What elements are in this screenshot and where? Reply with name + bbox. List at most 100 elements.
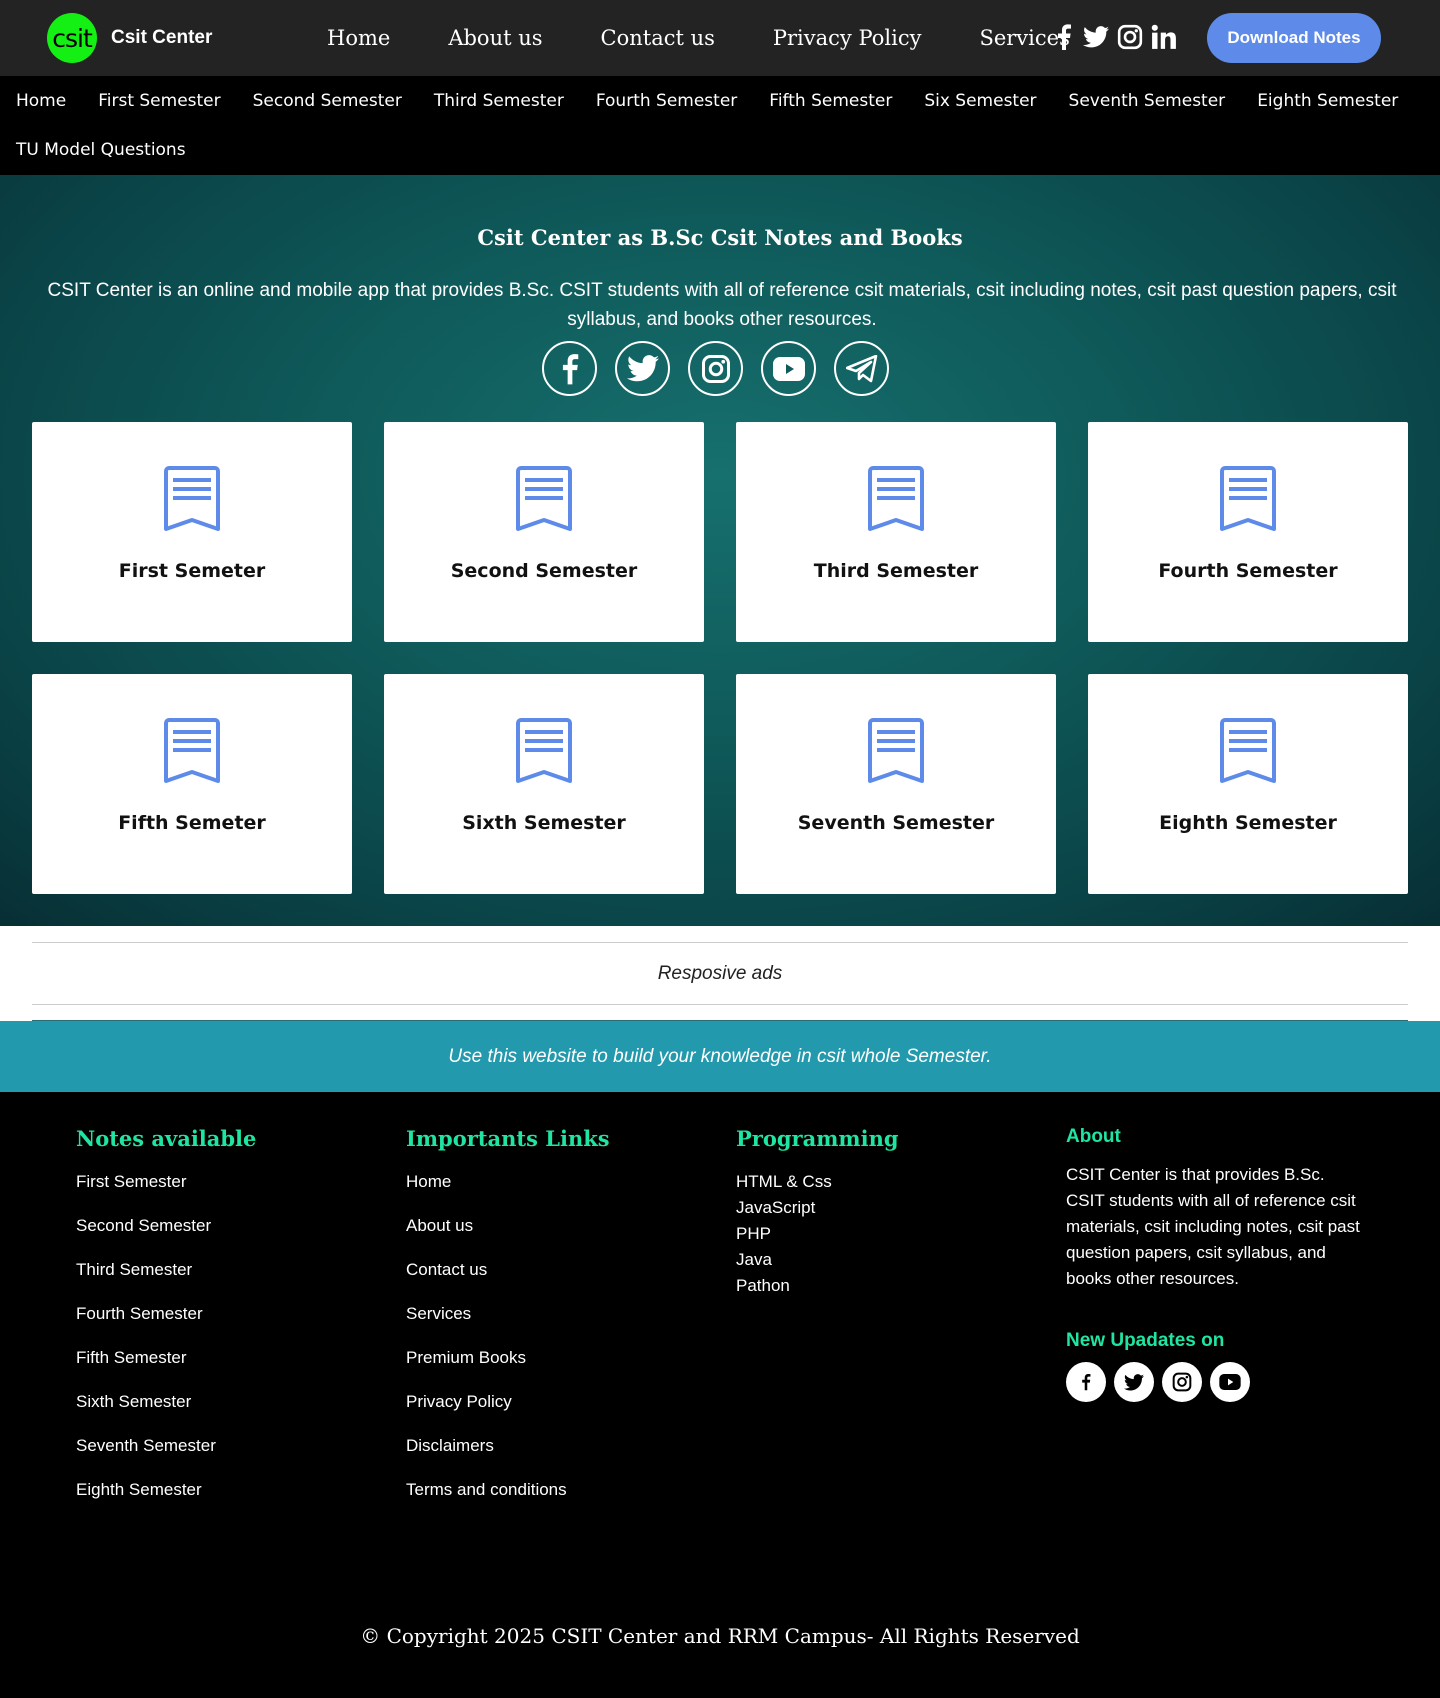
footer-link[interactable]: About us: [406, 1213, 610, 1257]
footer-link[interactable]: First Semester: [76, 1169, 256, 1213]
twitter-icon[interactable]: [1083, 26, 1109, 48]
sem-menu-sixth[interactable]: Six Semester: [924, 91, 1036, 111]
footer-notes-column: Notes available First Semester Second Se…: [76, 1126, 256, 1521]
semester-card-label: Sixth Semester: [462, 812, 626, 834]
book-icon: [164, 466, 220, 531]
book-icon: [868, 466, 924, 531]
semester-card[interactable]: Fifth Semeter: [32, 674, 352, 894]
footer-important-heading: Importants Links: [406, 1126, 610, 1151]
footer-updates-heading: New Upadates on: [1066, 1330, 1225, 1351]
brand-logo[interactable]: csit: [47, 13, 97, 63]
footer-link[interactable]: Premium Books: [406, 1345, 610, 1389]
footer-notes-heading: Notes available: [76, 1126, 257, 1151]
footer-link[interactable]: Sixth Semester: [76, 1389, 256, 1433]
nav-home[interactable]: Home: [327, 26, 390, 50]
semester-card-label: Second Semester: [450, 560, 638, 582]
download-notes-button[interactable]: Download Notes: [1207, 13, 1381, 63]
footer-link[interactable]: HTML & Css: [736, 1169, 899, 1195]
book-icon: [1220, 466, 1276, 531]
semester-card[interactable]: First Semeter: [32, 422, 352, 642]
facebook-icon[interactable]: [1053, 24, 1075, 50]
footer-programming-column: Programming HTML & Css JavaScript PHP Ja…: [736, 1126, 899, 1299]
copyright: © Copyright 2025 CSIT Center and RRM Cam…: [360, 1624, 1080, 1648]
footer-link[interactable]: Third Semester: [76, 1257, 256, 1301]
semester-card[interactable]: Second Semester: [384, 422, 704, 642]
instagram-icon[interactable]: [1117, 24, 1143, 50]
telegram-icon[interactable]: [834, 341, 889, 396]
footer-link[interactable]: Terms and conditions: [406, 1477, 610, 1521]
hero-description: CSIT Center is an online and mobile app …: [47, 280, 1397, 330]
semester-card[interactable]: Sixth Semester: [384, 674, 704, 894]
semester-card-label: Fifth Semeter: [118, 812, 266, 834]
semester-menu-row: Home First Semester Second Semester Thir…: [16, 76, 1440, 125]
nav-contact[interactable]: Contact us: [601, 26, 715, 50]
semester-card-label: Seventh Semester: [797, 812, 995, 834]
semester-card[interactable]: Third Semester: [736, 422, 1056, 642]
top-navbar: csit Csit Center Home About us Contact u…: [0, 0, 1440, 76]
book-icon: [868, 718, 924, 783]
footer-link[interactable]: Fifth Semester: [76, 1345, 256, 1389]
sem-menu-home[interactable]: Home: [16, 91, 66, 111]
brand[interactable]: csit Csit Center: [47, 13, 212, 63]
footer-link[interactable]: Second Semester: [76, 1213, 256, 1257]
sem-menu-first[interactable]: First Semester: [98, 91, 220, 111]
footer-about-column: About CSIT Center is that provides B.Sc.…: [1066, 1126, 1366, 1402]
book-icon: [516, 718, 572, 783]
linkedin-icon[interactable]: [1151, 24, 1177, 50]
book-icon: [164, 718, 220, 783]
footer-important-links-column: Importants Links Home About us Contact u…: [406, 1126, 610, 1521]
semester-card[interactable]: Seventh Semester: [736, 674, 1056, 894]
footer-link[interactable]: JavaScript: [736, 1195, 899, 1221]
info-banner: Use this website to build your knowledge…: [0, 1021, 1440, 1092]
footer-social-links: [1066, 1362, 1366, 1402]
sem-menu-fifth[interactable]: Fifth Semester: [769, 91, 892, 111]
footer-link[interactable]: Services: [406, 1301, 610, 1345]
main-nav: Home About us Contact us Privacy Policy …: [327, 26, 1128, 50]
sem-menu-third[interactable]: Third Semester: [434, 91, 564, 111]
twitter-icon[interactable]: [615, 341, 670, 396]
instagram-icon[interactable]: [1162, 1362, 1202, 1402]
book-icon: [1220, 718, 1276, 783]
sem-menu-second[interactable]: Second Semester: [253, 91, 402, 111]
semester-card-label: Fourth Semester: [1158, 560, 1338, 582]
footer-link[interactable]: Pathon: [736, 1273, 899, 1299]
instagram-icon[interactable]: [688, 341, 743, 396]
sem-menu-seventh[interactable]: Seventh Semester: [1069, 91, 1226, 111]
footer-link[interactable]: Fourth Semester: [76, 1301, 256, 1345]
hero-social-links: [542, 341, 907, 396]
semester-cards-grid: First Semeter Second Semester Third Seme…: [32, 422, 1408, 894]
youtube-icon[interactable]: [761, 341, 816, 396]
semester-card[interactable]: Eighth Semester: [1088, 674, 1408, 894]
youtube-icon[interactable]: [1210, 1362, 1250, 1402]
top-social-links: [1053, 24, 1185, 50]
sem-menu-tu-model-questions[interactable]: TU Model Questions: [16, 140, 186, 160]
banner-text: Use this website to build your knowledge…: [448, 1045, 992, 1067]
footer-link[interactable]: Home: [406, 1169, 610, 1213]
sem-menu-eighth[interactable]: Eighth Semester: [1257, 91, 1398, 111]
sem-menu-fourth[interactable]: Fourth Semester: [596, 91, 737, 111]
hero-section: Csit Center as B.Sc Csit Notes and Books…: [0, 175, 1440, 926]
semester-card-label: First Semeter: [118, 560, 266, 582]
facebook-icon[interactable]: [1066, 1362, 1106, 1402]
semester-card[interactable]: Fourth Semester: [1088, 422, 1408, 642]
footer-programming-heading: Programming: [736, 1126, 899, 1151]
footer-link[interactable]: Eighth Semester: [76, 1477, 256, 1521]
footer-link[interactable]: Java: [736, 1247, 899, 1273]
twitter-icon[interactable]: [1114, 1362, 1154, 1402]
nav-about[interactable]: About us: [448, 26, 542, 50]
footer-link[interactable]: Seventh Semester: [76, 1433, 256, 1477]
semester-menu-row: TU Model Questions: [16, 125, 1440, 174]
book-icon: [516, 466, 572, 531]
brand-name[interactable]: Csit Center: [111, 27, 212, 49]
footer-link[interactable]: Privacy Policy: [406, 1389, 610, 1433]
footer-about-text: CSIT Center is that provides B.Sc. CSIT …: [1066, 1165, 1360, 1288]
footer: Notes available First Semester Second Se…: [0, 1092, 1440, 1698]
footer-link[interactable]: Disclaimers: [406, 1433, 610, 1477]
hero-title: Csit Center as B.Sc Csit Notes and Books: [477, 225, 963, 250]
facebook-icon[interactable]: [542, 341, 597, 396]
responsive-ad-slot[interactable]: Resposive ads: [32, 942, 1408, 1005]
semester-menu: Home First Semester Second Semester Thir…: [0, 76, 1440, 175]
footer-link[interactable]: PHP: [736, 1221, 899, 1247]
nav-privacy[interactable]: Privacy Policy: [773, 26, 922, 50]
footer-link[interactable]: Contact us: [406, 1257, 610, 1301]
